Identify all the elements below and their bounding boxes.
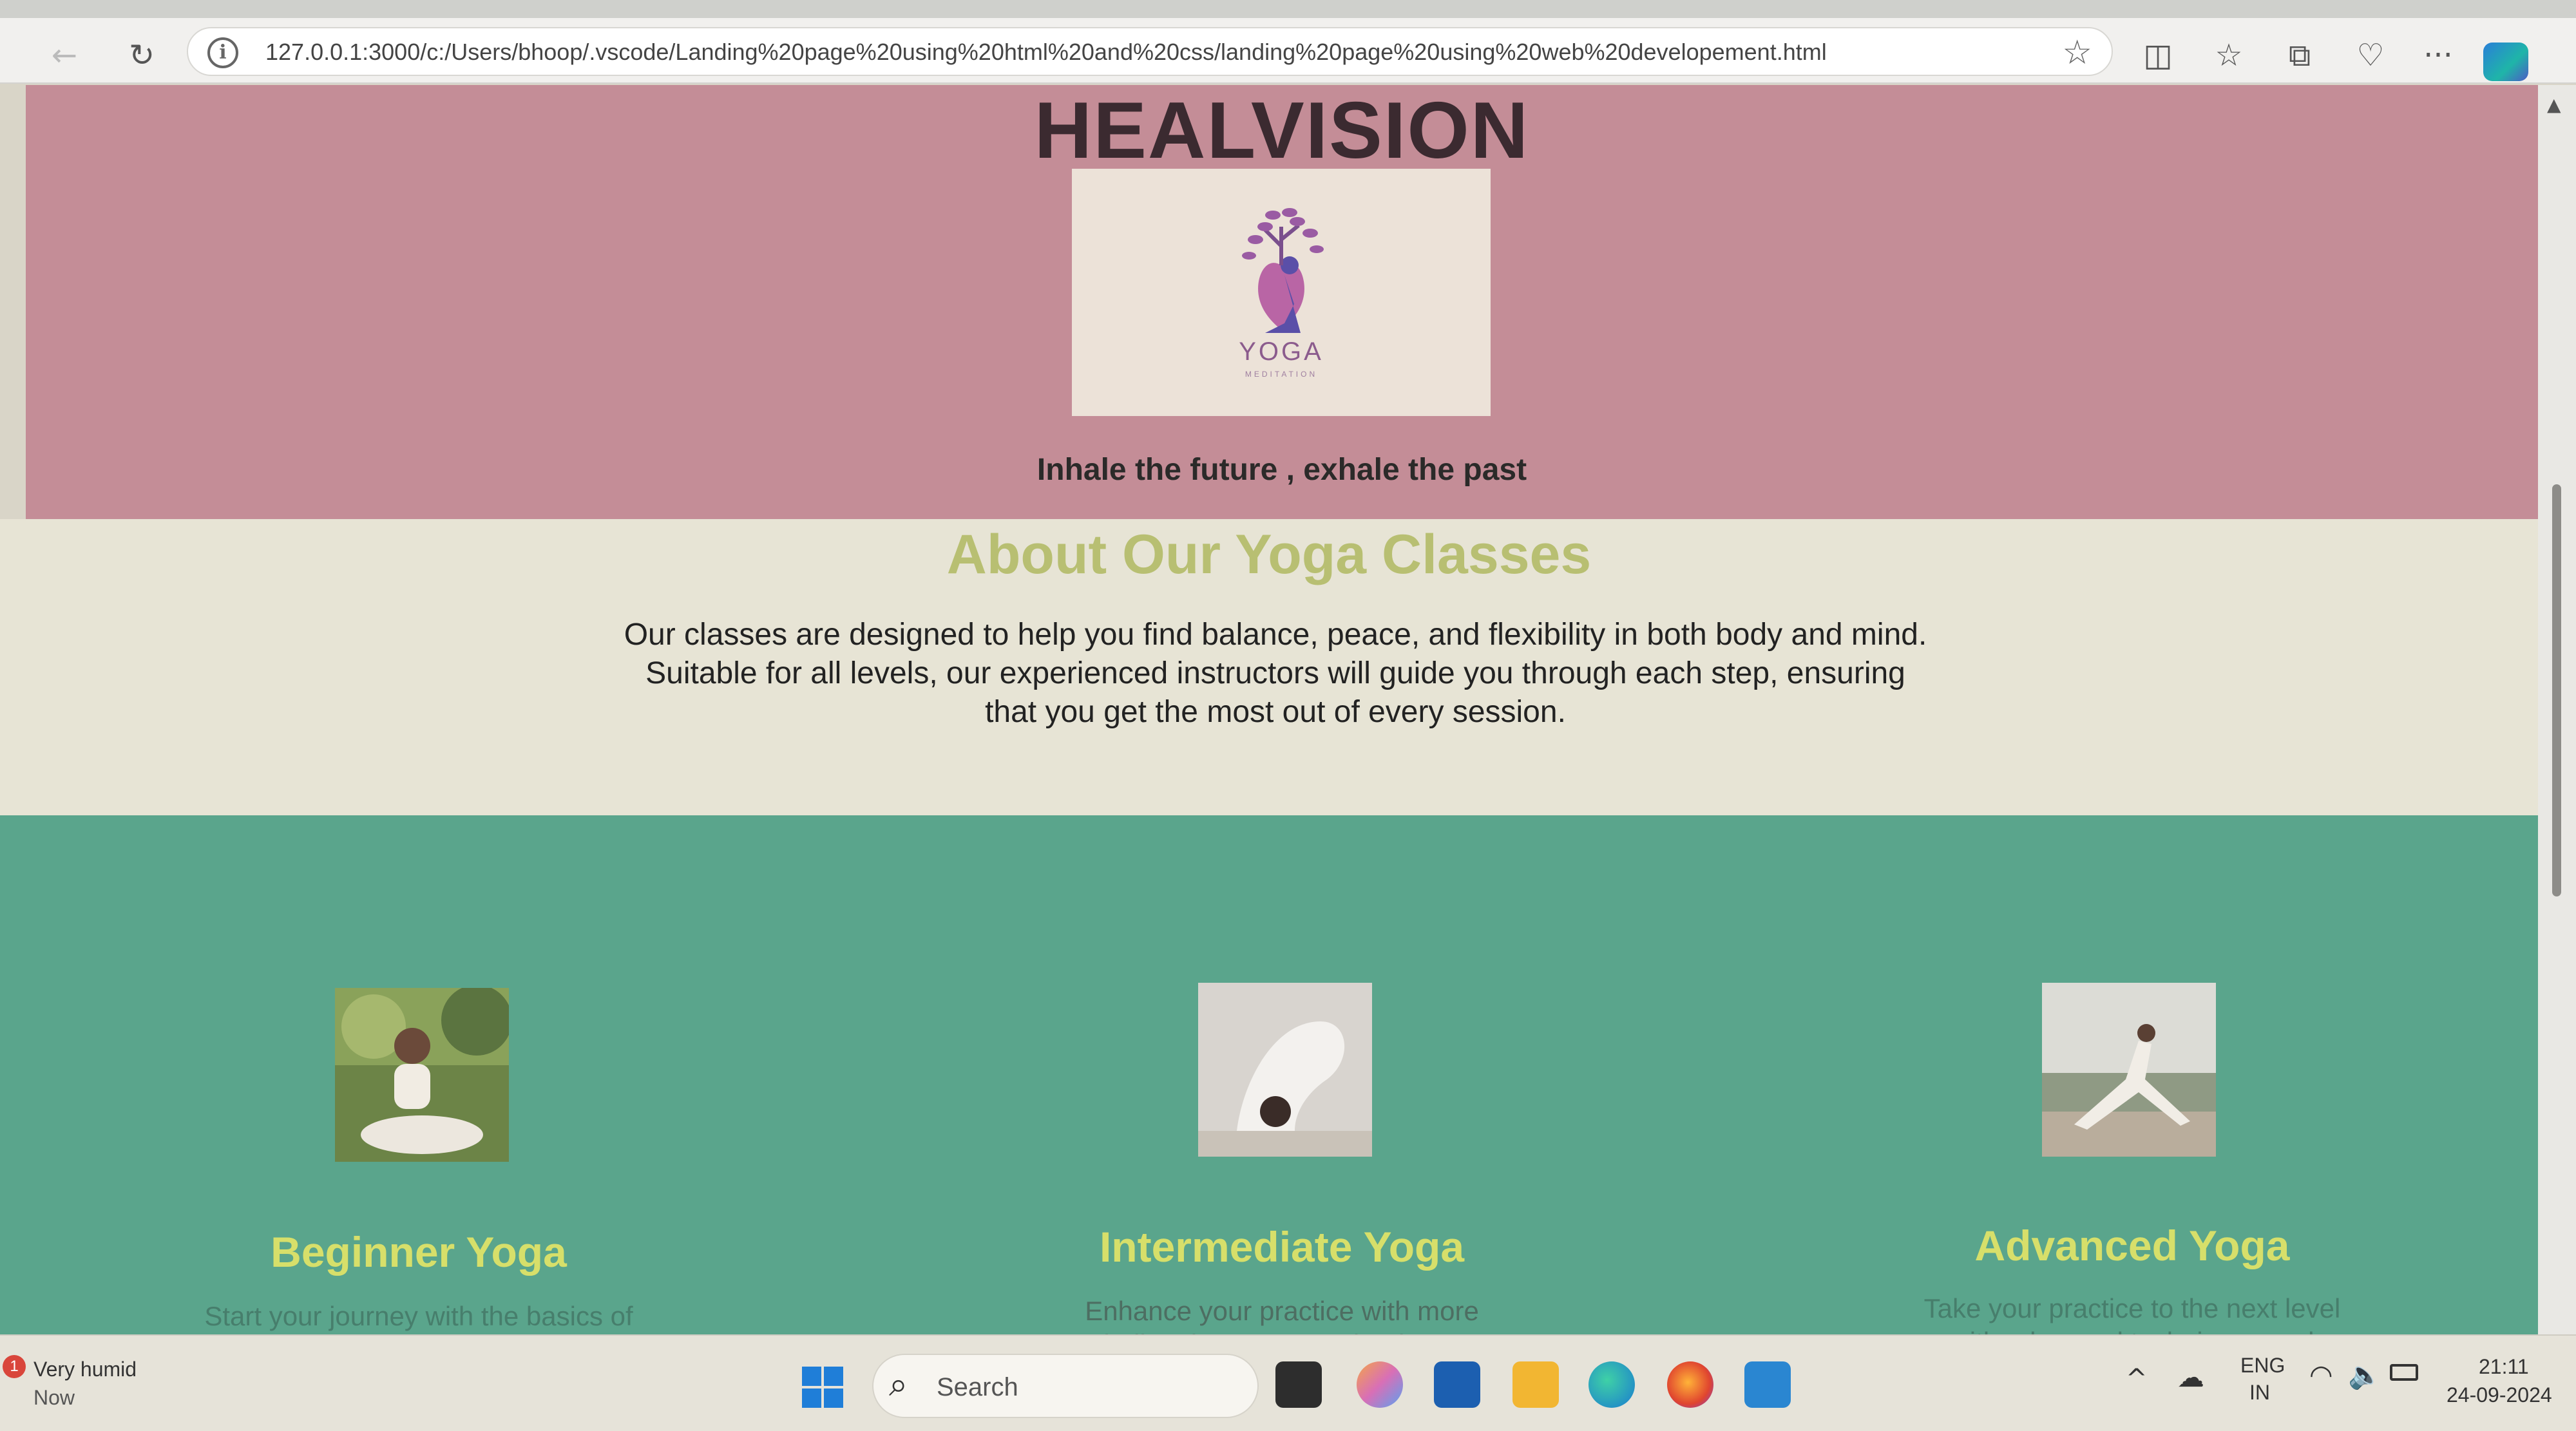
split-screen-icon[interactable]: ◫ (2132, 30, 2184, 81)
class-description: Take your practice to the next level wit… (1923, 1293, 2341, 1334)
page-scrollbar[interactable]: ▲ (2538, 85, 2576, 1334)
about-title: About Our Yoga Classes (946, 524, 1592, 585)
class-description: Start your journey with the basics of yo… (204, 1301, 633, 1331)
class-description: Enhance your practice with more challeng… (1085, 1296, 1479, 1334)
scroll-up-arrow-icon[interactable]: ▲ (2547, 94, 2561, 115)
class-card-beginner: Beginner Yoga Start your journey with th… (97, 815, 741, 1334)
taskbar: 1 Very humid Now ⌕ Search ^ ☁ ENG IN ◠ 🔈… (0, 1334, 2576, 1431)
volume-icon[interactable]: 🔈 (2348, 1359, 2381, 1391)
search-placeholder[interactable]: Search (937, 1373, 1018, 1402)
tagline: Inhale the future , exhale the past (1036, 453, 1527, 487)
screen: ← ↻ i 127.0.0.1:3000/c:/Users/bhoop/.vsc… (0, 0, 2576, 1431)
tray-overflow-chevron-icon[interactable]: ^ (2126, 1364, 2148, 1394)
advanced-yoga-image (2042, 983, 2216, 1157)
address-url[interactable]: 127.0.0.1:3000/c:/Users/bhoop/.vscode/La… (265, 39, 1827, 66)
tab-strip (0, 0, 2576, 18)
onedrive-cloud-icon[interactable]: ☁ (2177, 1361, 2204, 1393)
class-card-intermediate: Intermediate Yoga Enhance your practice … (960, 815, 1604, 1334)
battery-icon[interactable] (2390, 1364, 2418, 1381)
logo-subtext: MEDITATION (1245, 370, 1318, 379)
web-page: HEALVISION YOGA MEDITATION Inhale the fu… (0, 85, 2538, 1334)
weather-alert-badge[interactable]: 1 (3, 1355, 26, 1378)
favorites-icon[interactable]: ☆ (2203, 30, 2255, 81)
weather-widget[interactable]: Very humid (33, 1358, 137, 1381)
edge-icon[interactable] (1589, 1361, 1635, 1408)
class-card-advanced: Advanced Yoga Take your practice to the … (1810, 815, 2454, 1334)
beginner-yoga-image (335, 985, 512, 1162)
about-section: About Our Yoga Classes Our classes are d… (0, 519, 2538, 815)
file-explorer-icon[interactable] (1275, 1361, 1322, 1408)
collections-icon[interactable]: ⧉ (2274, 30, 2325, 81)
clock-time[interactable]: 21:11 (2479, 1355, 2529, 1379)
firefox-icon[interactable] (1667, 1361, 1713, 1408)
about-text: Our classes are designed to help you fin… (624, 618, 1927, 729)
language-indicator[interactable]: ENG (2240, 1354, 2285, 1378)
folder-icon[interactable] (1512, 1361, 1559, 1408)
hero-header: HEALVISION YOGA MEDITATION Inhale the fu… (26, 85, 2538, 519)
class-title: Beginner Yoga (271, 1228, 567, 1276)
store-icon[interactable] (1434, 1361, 1480, 1408)
copilot-app-icon[interactable] (1357, 1361, 1403, 1408)
taskbar-search[interactable]: ⌕ Search (872, 1354, 1259, 1418)
address-bar[interactable]: i 127.0.0.1:3000/c:/Users/bhoop/.vscode/… (187, 27, 2113, 76)
scroll-thumb[interactable] (2552, 484, 2561, 896)
browser-toolbar: ← ↻ i 127.0.0.1:3000/c:/Users/bhoop/.vsc… (0, 18, 2576, 84)
browser-essentials-icon[interactable]: ♡ (2345, 30, 2396, 81)
wifi-icon[interactable]: ◠ (2309, 1359, 2333, 1390)
info-icon[interactable]: i (207, 37, 238, 68)
back-icon[interactable]: ← (39, 30, 90, 81)
classes-section: Beginner Yoga Start your journey with th… (0, 815, 2538, 1334)
yoga-logo: YOGA MEDITATION (1072, 169, 1491, 416)
yoga-logo-graphic (1242, 208, 1324, 333)
site-title: HEALVISION (1034, 86, 1530, 175)
copilot-icon[interactable] (2483, 43, 2528, 81)
favorite-star-icon[interactable]: ☆ (2062, 33, 2092, 72)
region-indicator[interactable]: IN (2249, 1381, 2270, 1405)
logo-text: YOGA (1239, 337, 1324, 366)
windows-start-icon[interactable] (802, 1367, 843, 1408)
class-title: Intermediate Yoga (1099, 1223, 1465, 1271)
more-icon[interactable]: ··· (2412, 30, 2464, 81)
refresh-icon[interactable]: ↻ (116, 30, 167, 81)
weather-time: Now (33, 1386, 75, 1409)
search-icon: ⌕ (889, 1365, 908, 1404)
vscode-icon[interactable] (1744, 1361, 1791, 1408)
class-title: Advanced Yoga (1974, 1222, 2290, 1269)
clock-date[interactable]: 24-09-2024 (2447, 1383, 2552, 1407)
intermediate-yoga-image (1198, 983, 1372, 1157)
